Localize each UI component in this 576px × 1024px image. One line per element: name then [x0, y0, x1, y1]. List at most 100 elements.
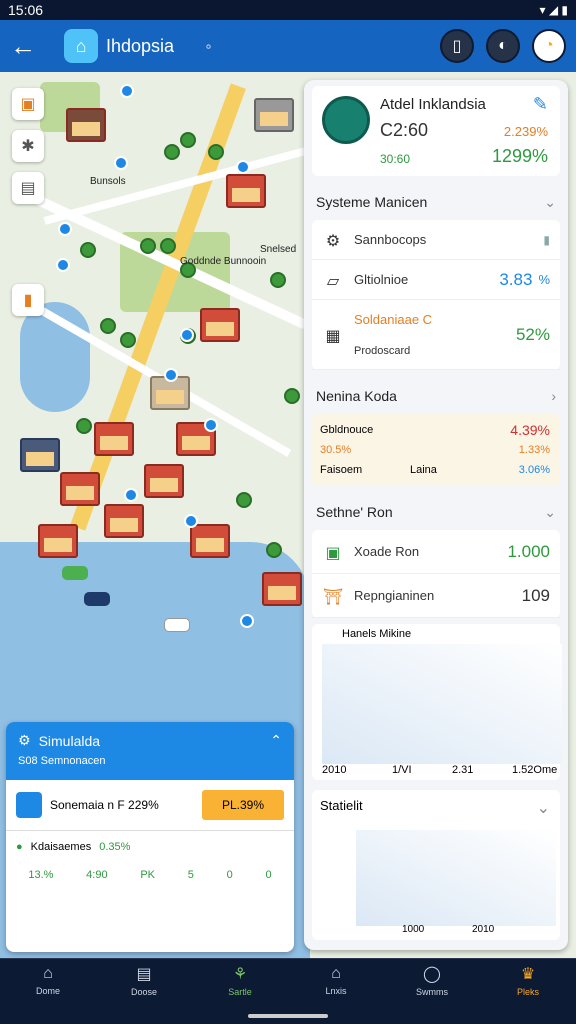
building[interactable] [104, 504, 144, 538]
map-pin[interactable] [56, 258, 70, 272]
tree [180, 132, 196, 148]
summary-value: C2:60 [380, 120, 429, 140]
back-button[interactable]: ← [10, 31, 44, 62]
layers-icon[interactable]: ▣ [12, 88, 44, 120]
stat-label: Gbldnouce [320, 424, 374, 436]
tree [100, 318, 116, 334]
section-title: Nenina Koda [316, 388, 397, 404]
list-item[interactable]: ⛩ Repngianinen 109 [312, 574, 560, 618]
tree [208, 144, 224, 160]
chart-xlabel: 2010 [322, 764, 347, 776]
building[interactable] [190, 524, 230, 558]
search-button[interactable]: ◐ [486, 29, 520, 63]
item-value: 3.83 [499, 269, 533, 289]
map-tools: ▣ ✱ ▤ ▮ [12, 88, 44, 316]
building[interactable] [254, 98, 294, 132]
list-item[interactable]: ▱ Gltiolnioe 3.83 % [312, 260, 560, 300]
nav-item[interactable]: ⚘ Sartle [192, 959, 288, 1002]
building[interactable] [94, 422, 134, 456]
map-pin[interactable] [58, 222, 72, 236]
map-pin[interactable] [184, 514, 198, 528]
list-item[interactable]: ⚙ Sannbocops ▮ [312, 220, 560, 260]
stat-value[interactable]: PK [140, 869, 155, 881]
plant-icon: ⚘ [232, 966, 248, 983]
map-pin[interactable] [120, 84, 134, 98]
nav-item[interactable]: ▤ Doose [96, 959, 192, 1002]
section-title: Sethne' Ron [316, 504, 393, 520]
list-item[interactable]: ▣ Xoade Ron 1.000 [312, 530, 560, 574]
building[interactable] [38, 524, 78, 558]
stat-value[interactable]: 0 [265, 869, 271, 881]
building[interactable] [144, 464, 184, 498]
summary-subvalue: 30:60 [380, 152, 411, 166]
map-pin[interactable] [240, 614, 254, 628]
item-label: Soldaniaae C [354, 312, 433, 327]
document-icon[interactable]: ▤ [12, 172, 44, 204]
statistics-card[interactable]: Statielit ⌄ 1000 2010 [312, 790, 560, 940]
section-header[interactable]: Systeme Manicen ⌄ [304, 184, 568, 220]
sim-row-label: Kdaisaemes [30, 841, 92, 853]
gear-icon: ⚙ [18, 732, 31, 748]
building[interactable] [66, 108, 106, 142]
house-icon: ⌂ [331, 965, 341, 982]
stat-pct: 3.06% [518, 464, 550, 476]
chart-title: Statielit [320, 798, 363, 813]
map-pin[interactable] [236, 160, 250, 174]
compass-icon[interactable]: ✱ [12, 130, 44, 162]
stat-value[interactable]: 4:90 [86, 869, 107, 881]
map-pin[interactable] [204, 418, 218, 432]
nav-item[interactable]: ◯ Swmms [384, 959, 480, 1002]
edit-icon[interactable]: ✎ [533, 94, 548, 115]
summary-growth: 1299% [491, 146, 548, 166]
map-label: Bunsols [90, 176, 126, 187]
nav-item[interactable]: ⌂ Lnxis [288, 959, 384, 1002]
sim-row-value: 0.35% [99, 841, 131, 853]
nav-label: Pleks [516, 987, 539, 997]
region-emblem-icon [322, 96, 370, 144]
car [62, 566, 88, 580]
section-header[interactable]: Nenina Koda › [304, 378, 568, 414]
profile-button[interactable]: ◔ [532, 29, 566, 63]
summary-title: Atdel Inklandsia [380, 96, 486, 113]
section-header[interactable]: Sethne' Ron ⌄ [304, 494, 568, 530]
globe-icon: ◯ [423, 966, 441, 983]
building[interactable] [200, 308, 240, 342]
app-title: Ihdopsia [106, 35, 175, 56]
building[interactable] [20, 438, 60, 472]
building[interactable] [60, 472, 100, 506]
chart-xlabel: 2.31 [452, 764, 474, 776]
simulation-header[interactable]: ⚙ Simulalda ⌃ S08 Semnonacen [6, 722, 294, 780]
simulation-subtitle: S08 Semnonacen [18, 755, 106, 767]
tree [284, 388, 300, 404]
stat-value[interactable]: 13.% [28, 869, 53, 881]
stat-label: Laina [410, 464, 437, 476]
building[interactable] [262, 572, 302, 606]
item-value: 52% [515, 324, 550, 344]
chart-card[interactable]: Hanels Mikine 2010 1/VI 2.31 1.52Ome [312, 624, 562, 780]
chevron-down-icon[interactable]: ⌄ [537, 798, 550, 818]
nav-item[interactable]: ♛ Pleks [480, 959, 576, 1002]
bookmark-button[interactable]: ▯ [440, 29, 474, 63]
sim-row-label: Sonemaia n F 229% [50, 798, 159, 812]
summary-card[interactable]: Atdel Inklandsia ✎ C2:60 2.239% 30:60 12… [312, 86, 560, 176]
status-time: 15:06 [8, 2, 44, 18]
info-panel: Atdel Inklandsia ✎ C2:60 2.239% 30:60 12… [304, 80, 568, 950]
stat-value[interactable]: 0 [227, 869, 233, 881]
stat-value[interactable]: 5 [188, 869, 194, 881]
map-pin[interactable] [114, 156, 128, 170]
home-icon: ⌂ [64, 29, 98, 63]
collapse-icon[interactable]: ⌃ [270, 732, 282, 749]
map-pin[interactable] [164, 368, 178, 382]
chart-xlabel: 1000 [402, 924, 425, 935]
building[interactable] [226, 174, 266, 208]
nav-label: Doose [130, 987, 157, 997]
map-pin[interactable] [180, 328, 194, 342]
nav-item[interactable]: ⌂ Dome [0, 959, 96, 1002]
tree [120, 332, 136, 348]
marker-tool-icon[interactable]: ▮ [12, 284, 44, 316]
map-label: Snelsed [260, 244, 297, 255]
map-pin[interactable] [124, 488, 138, 502]
list-item[interactable]: ▦ Soldaniaae C Prodoscard 52% [312, 300, 560, 370]
sim-value-button[interactable]: PL.39% [201, 790, 284, 820]
item-value: 1.000 [507, 541, 550, 561]
